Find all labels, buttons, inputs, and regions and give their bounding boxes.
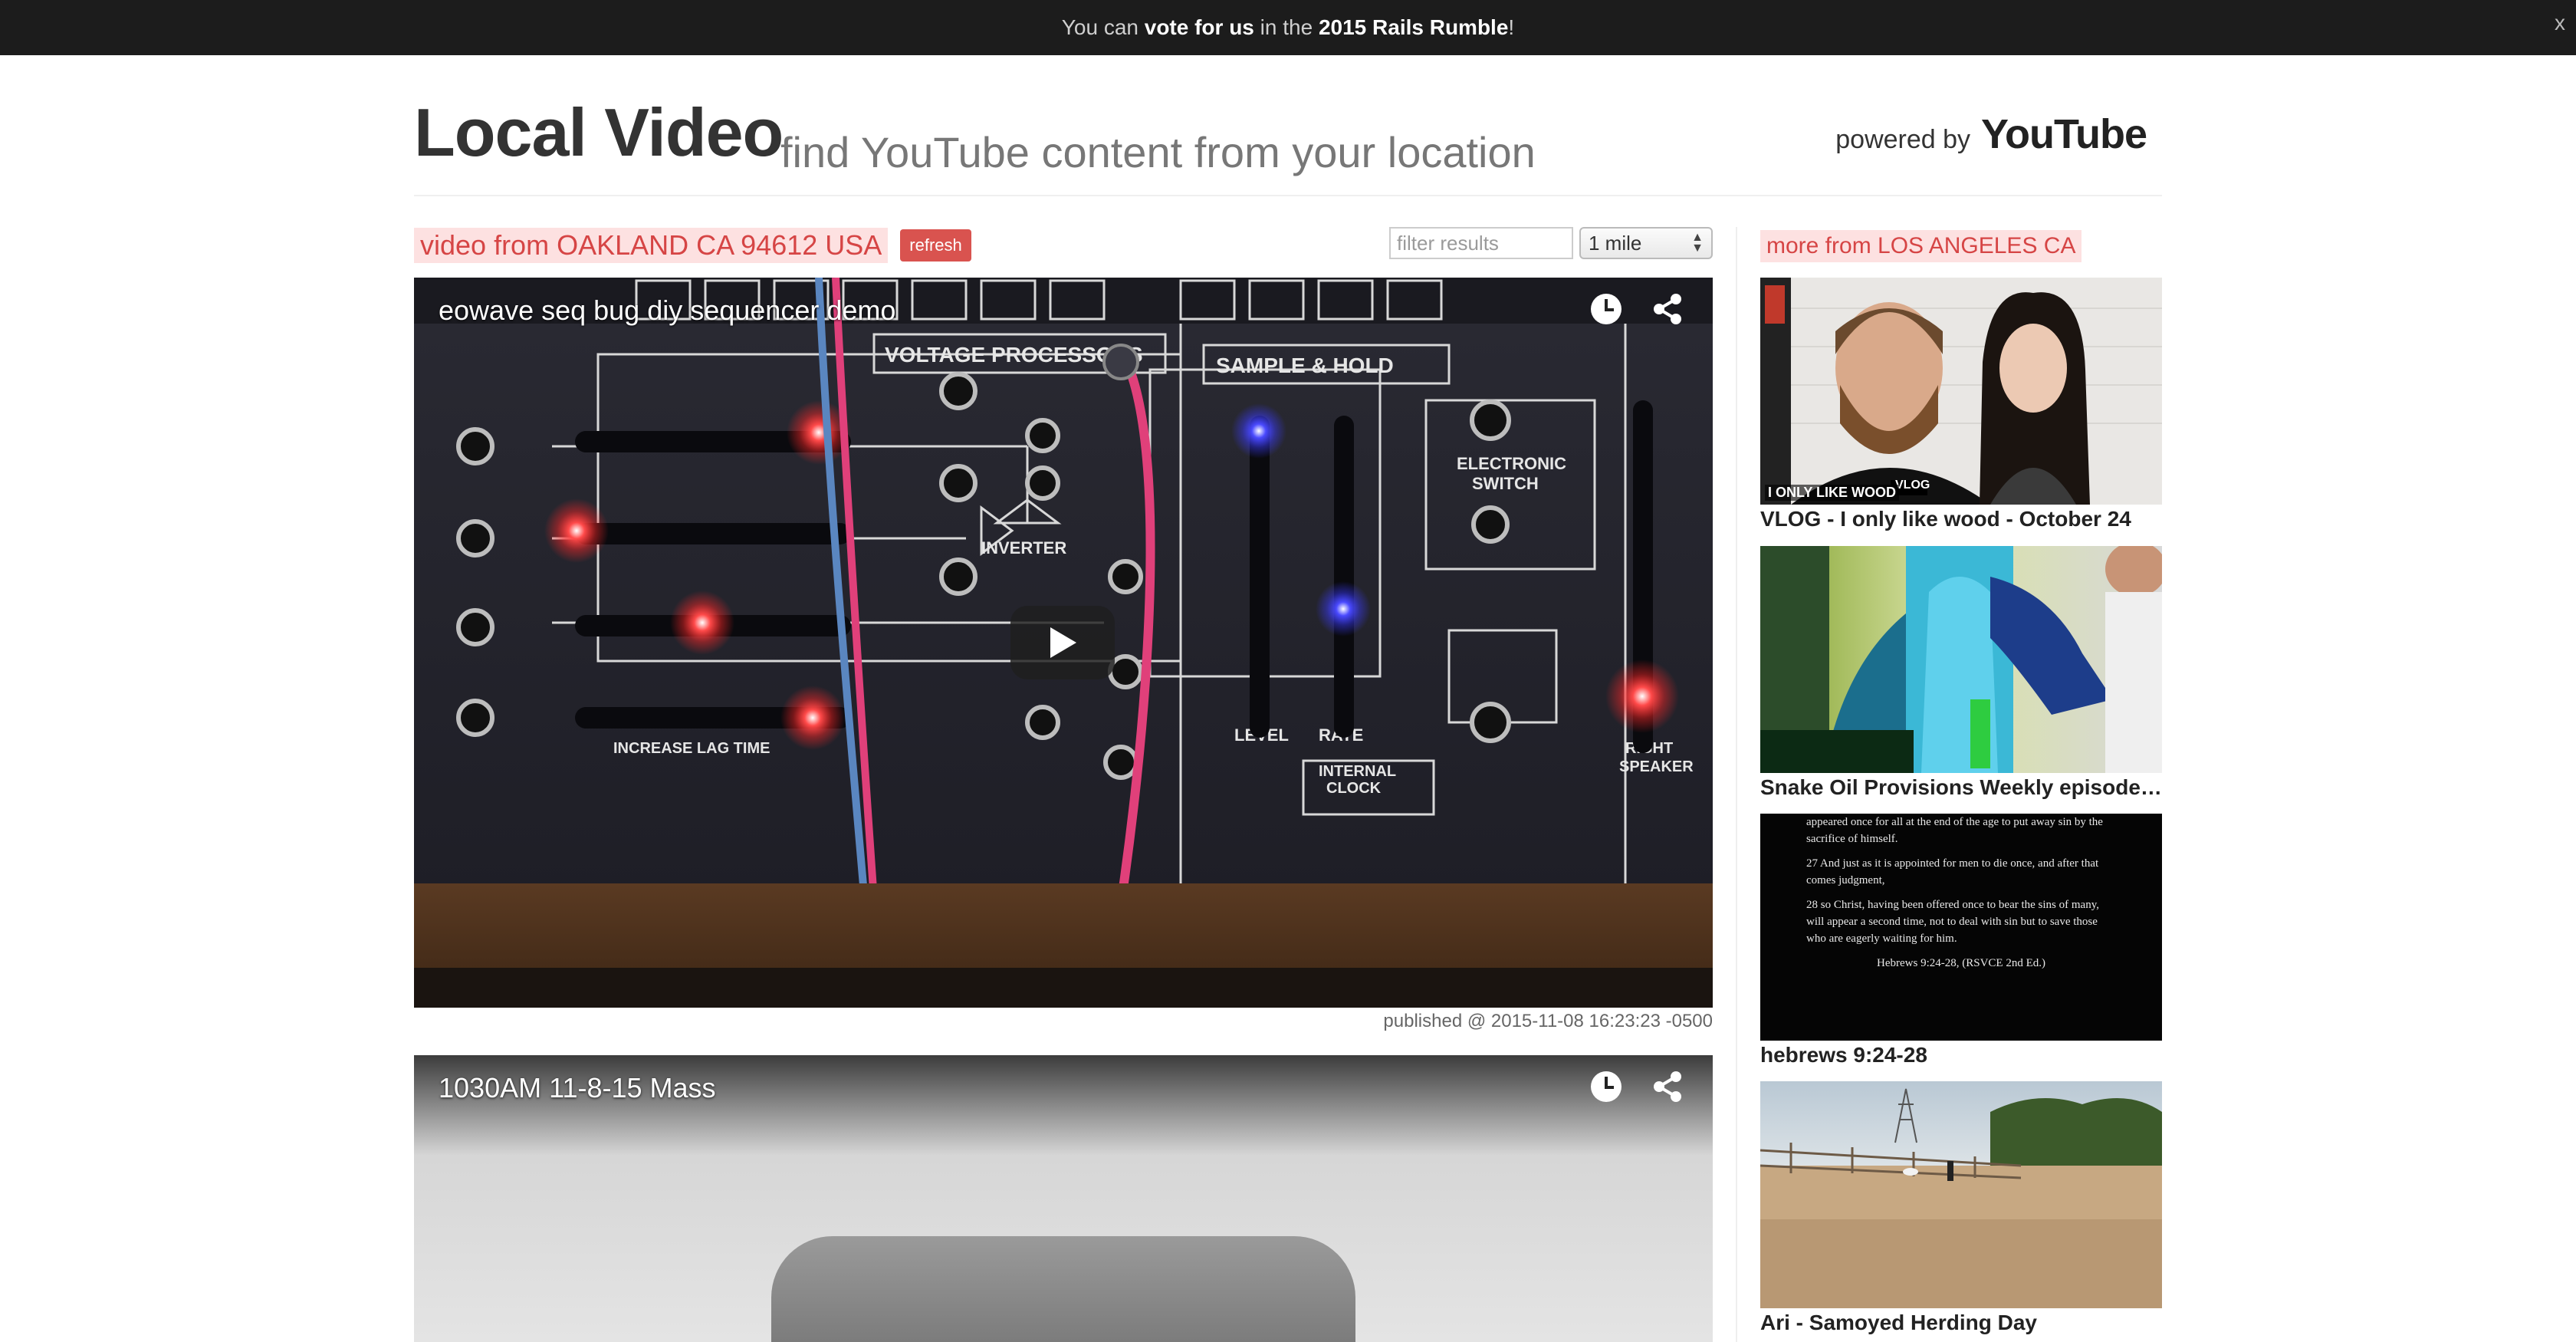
filter-results-input[interactable] xyxy=(1389,227,1573,259)
related-video-thumbnail[interactable] xyxy=(1760,1081,2162,1308)
related-video-title[interactable]: Snake Oil Provisions Weekly episode 12 xyxy=(1760,775,2162,801)
scripture-text: appeared once for all at the end of the … xyxy=(1760,814,2162,1041)
scripture-line: 27 And just as it is appointed for men t… xyxy=(1806,857,2099,886)
refresh-button[interactable]: refresh xyxy=(900,229,971,261)
related-video-item[interactable]: VLOG I ONLY LIKE WOOD VLOG - I only like… xyxy=(1760,278,2162,532)
powered-by-text: powered by xyxy=(1835,125,1971,154)
sidebar-header: more from LOS ANGELES CA xyxy=(1760,230,2082,262)
play-icon xyxy=(1050,627,1076,658)
clock-icon[interactable] xyxy=(1589,1069,1624,1104)
share-icon[interactable] xyxy=(1650,1069,1685,1104)
select-arrows-icon: ▲ ▼ xyxy=(1691,231,1704,255)
banner-text: You can vote for us in the 2015 Rails Ru… xyxy=(1061,15,1515,39)
site-title[interactable]: Local Video xyxy=(414,90,784,175)
vlog-overlay-text: VLOG xyxy=(1895,479,1930,492)
clock-icon[interactable] xyxy=(1589,291,1624,327)
video-player[interactable]: 1030AM 11-8-15 Mass xyxy=(414,1055,1713,1342)
radius-select-value: 1 mile xyxy=(1589,231,1642,255)
herding-thumbnail-image xyxy=(1760,1081,2162,1308)
related-video-thumbnail[interactable] xyxy=(1760,546,2162,773)
svg-text:SPEAKER: SPEAKER xyxy=(1619,758,1694,775)
scripture-line: 28 so Christ, having been offered once t… xyxy=(1806,899,2099,945)
play-button[interactable] xyxy=(1010,606,1115,679)
svg-text:CLOCK: CLOCK xyxy=(1326,780,1382,797)
related-video-title[interactable]: hebrews 9:24-28 xyxy=(1760,1042,2162,1068)
svg-text:INCREASE LAG TIME: INCREASE LAG TIME xyxy=(613,740,770,757)
video-actions xyxy=(1589,1069,1685,1104)
svg-text:SAMPLE & HOLD: SAMPLE & HOLD xyxy=(1216,354,1394,377)
vote-banner: You can vote for us in the 2015 Rails Ru… xyxy=(0,0,2576,55)
svg-text:ELECTRONIC: ELECTRONIC xyxy=(1457,454,1566,473)
vlog-thumbnail-image xyxy=(1760,278,2162,505)
related-video-item[interactable]: Snake Oil Provisions Weekly episode 12 xyxy=(1760,546,2162,801)
scripture-line: appeared once for all at the end of the … xyxy=(1806,816,2103,845)
sidebar-divider xyxy=(1736,227,1737,1342)
vlog-overlay-subtitle: I ONLY LIKE WOOD xyxy=(1765,485,1900,501)
powered-by: powered by YouTube xyxy=(1835,110,2147,158)
site-header: Local Video find YouTube content from yo… xyxy=(414,90,2162,196)
site-tagline: find YouTube content from your location xyxy=(780,128,1536,176)
related-video-title[interactable]: VLOG - I only like wood - October 24 xyxy=(1760,506,2162,532)
related-video-item[interactable]: appeared once for all at the end of the … xyxy=(1760,814,2162,1068)
related-video-title[interactable]: Ari - Samoyed Herding Day xyxy=(1760,1310,2162,1336)
radius-select[interactable]: 1 mile ▲ ▼ xyxy=(1579,227,1713,259)
svg-text:INTERNAL: INTERNAL xyxy=(1319,763,1396,780)
snake-oil-thumbnail-image xyxy=(1760,546,2162,773)
video-title[interactable]: eowave seq bug diy sequencer demo xyxy=(439,294,895,327)
related-video-thumbnail[interactable]: appeared once for all at the end of the … xyxy=(1760,814,2162,1041)
svg-text:SWITCH: SWITCH xyxy=(1472,474,1539,493)
related-video-item[interactable]: Ari - Samoyed Herding Day xyxy=(1760,1081,2162,1336)
related-video-thumbnail[interactable]: VLOG I ONLY LIKE WOOD xyxy=(1760,278,2162,505)
svg-text:INVERTER: INVERTER xyxy=(981,538,1066,558)
video-actions xyxy=(1589,291,1685,327)
location-bar: video from OAKLAND CA 94612 USA refresh xyxy=(414,227,971,264)
banner-vote-link[interactable]: vote for us xyxy=(1145,15,1254,39)
close-icon[interactable]: x xyxy=(2555,11,2565,35)
youtube-logo[interactable]: YouTube xyxy=(1981,110,2147,158)
video-title[interactable]: 1030AM 11-8-15 Mass xyxy=(439,1072,716,1104)
published-timestamp: published @ 2015-11-08 16:23:23 -0500 xyxy=(1383,1011,1713,1031)
banner-rumble-link[interactable]: 2015 Rails Rumble xyxy=(1319,15,1508,39)
share-icon[interactable] xyxy=(1650,291,1685,327)
video-player[interactable]: VOLTAGE PROCESSORS SAMPLE & HOLD ELECTRO… xyxy=(414,278,1713,1008)
scripture-reference: Hebrews 9:24-28, (RSVCE 2nd Ed.) xyxy=(1877,957,2045,969)
location-label: video from OAKLAND CA 94612 USA xyxy=(414,228,889,263)
